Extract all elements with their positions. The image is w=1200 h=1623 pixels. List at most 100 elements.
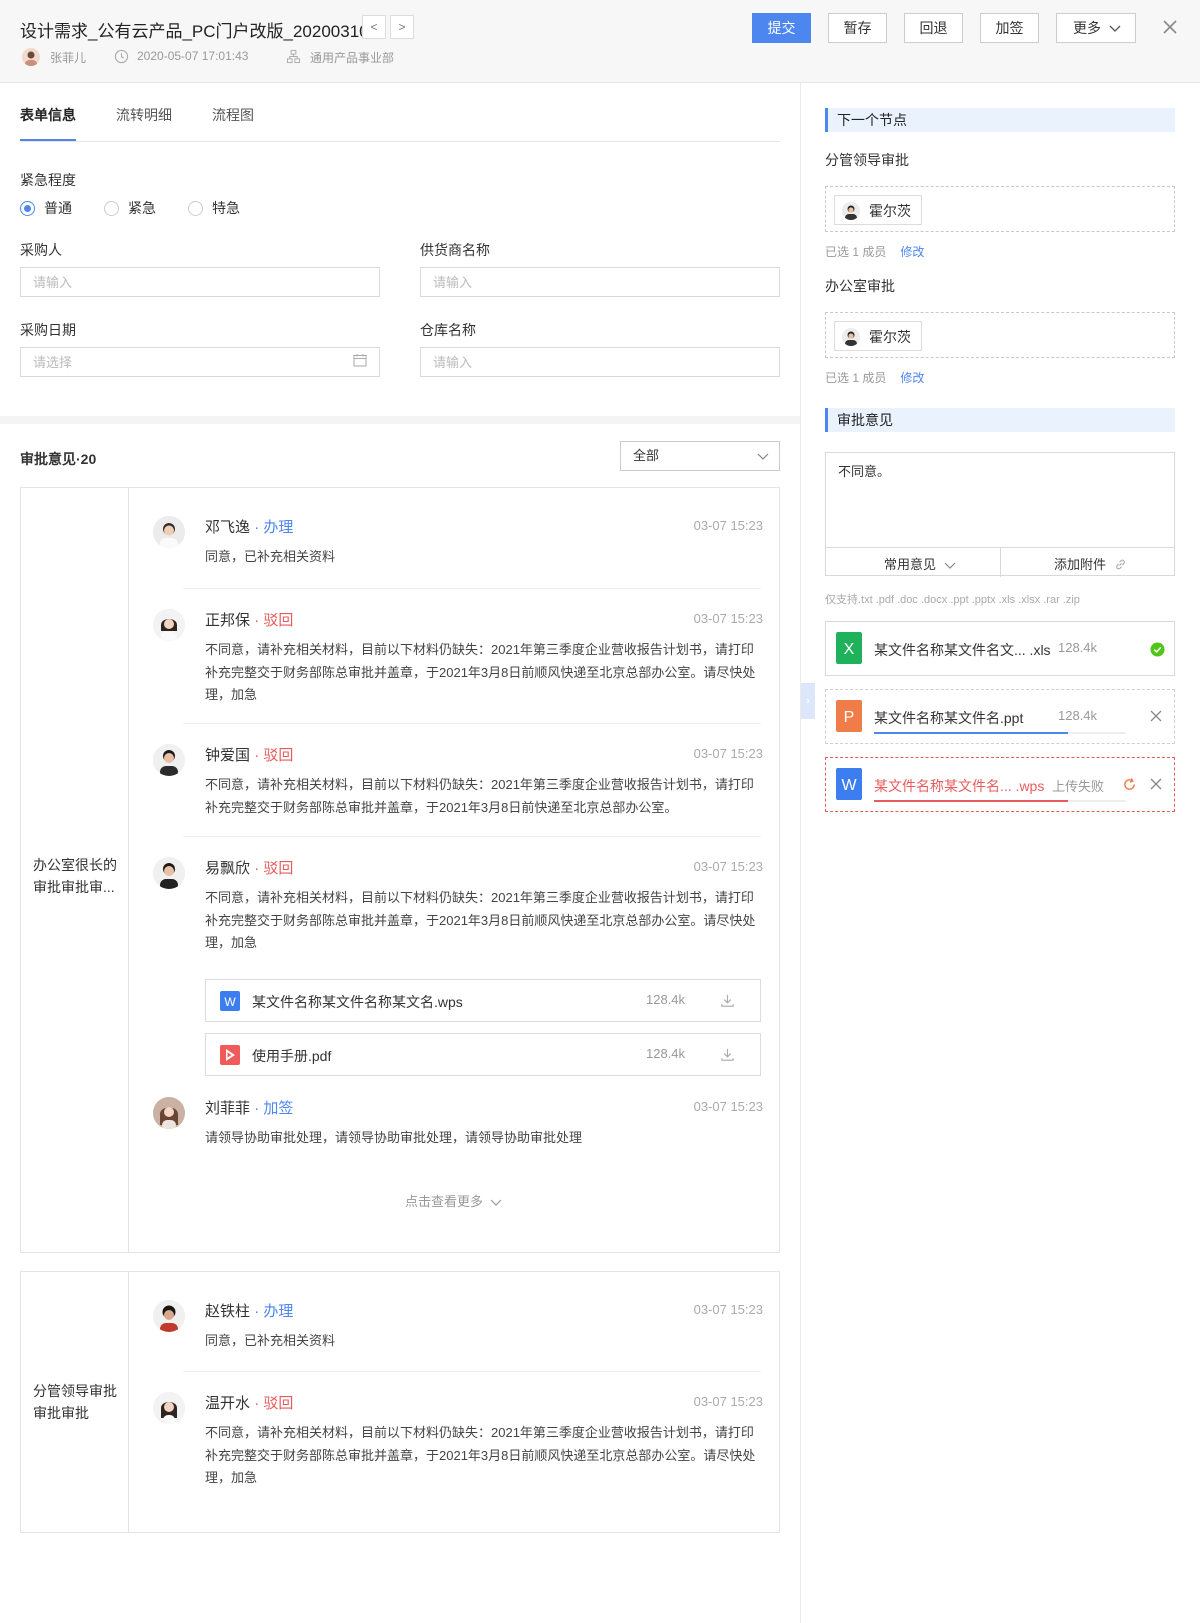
tab-divider	[20, 141, 780, 142]
attachment-item[interactable]: W 某文件名称某文件名称某文名.wps 128.4k	[205, 979, 761, 1022]
group-side: 分管领导审批审批审批	[21, 1272, 129, 1532]
tab-flowchart[interactable]: 流程图	[212, 105, 254, 125]
tab-flow-detail[interactable]: 流转明细	[116, 105, 172, 125]
urgency-option-normal[interactable]: 普通	[20, 198, 72, 218]
count-text: 已选 1 成员	[825, 371, 887, 385]
action-tag: · 驳回	[254, 1395, 294, 1412]
next-button[interactable]: >	[390, 15, 414, 39]
warehouse-label: 仓库名称	[420, 322, 476, 338]
commenter-name: 钟爱国 · 驳回	[205, 744, 293, 765]
file-type-hint: 仅支持.txt .pdf .doc .docx .ppt .pptx .xls …	[825, 594, 1080, 606]
group-label: 分管领导审批审批审批	[33, 1383, 117, 1421]
edit-link[interactable]: 修改	[900, 371, 924, 385]
entry-divider	[183, 588, 761, 589]
svg-text:W: W	[224, 995, 236, 1009]
purchase-date-picker[interactable]	[20, 347, 380, 377]
comment-time: 03-07 15:23	[693, 518, 763, 533]
upload-item: W 某文件名称某文件名... .wps 上传失败	[825, 757, 1175, 812]
attachment-item[interactable]: 使用手册.pdf 128.4k	[205, 1033, 761, 1076]
common-opinion-button[interactable]: 常用意见	[884, 554, 956, 573]
upload-progress-bar	[874, 800, 1068, 802]
comment-group: 分管领导审批审批审批 赵铁柱 · 办理 03-07 15:23 同意，已补充相关…	[20, 1271, 780, 1533]
calendar-icon	[353, 354, 367, 367]
edit-link[interactable]: 修改	[900, 245, 924, 259]
countersign-button[interactable]: 加签	[980, 13, 1039, 43]
chevron-down-icon	[944, 562, 956, 569]
download-icon[interactable]	[720, 993, 735, 1008]
count-text: 已选 1 成员	[825, 245, 887, 259]
action-tag: · 办理	[254, 1303, 294, 1320]
pdf-file-icon	[220, 1045, 240, 1065]
supplier-input[interactable]	[420, 267, 780, 297]
member-chip[interactable]: 霍尔茨	[834, 195, 922, 225]
remove-icon[interactable]	[1150, 778, 1162, 790]
download-icon[interactable]	[720, 1047, 735, 1062]
add-attachment-button[interactable]: 添加附件	[1054, 554, 1127, 573]
comment-time: 03-07 15:23	[693, 1394, 763, 1409]
commenter-name: 赵铁柱 · 办理	[205, 1300, 293, 1321]
urgency-option-urgent[interactable]: 紧急	[104, 198, 156, 218]
approver-selector[interactable]: 霍尔茨	[825, 186, 1175, 232]
success-check-icon	[1150, 642, 1165, 657]
comment-text: 同意，已补充相关资料	[205, 549, 336, 564]
collapse-panel-handle[interactable]: ›	[801, 683, 815, 719]
commenter-name: 易飘欣 · 驳回	[205, 857, 293, 878]
load-more-link[interactable]: 点击查看更多	[405, 1191, 502, 1210]
org-icon	[286, 49, 301, 64]
avatar	[153, 609, 185, 641]
urgency-option-critical[interactable]: 特急	[188, 198, 240, 218]
name-text: 刘菲菲	[205, 1100, 251, 1117]
action-tag: · 驳回	[254, 747, 294, 764]
save-draft-button[interactable]: 暂存	[828, 13, 887, 43]
prev-button[interactable]: <	[362, 15, 386, 39]
close-icon[interactable]	[1160, 17, 1180, 37]
tab-form-info[interactable]: 表单信息	[20, 105, 76, 125]
avatar	[153, 1392, 185, 1424]
remove-icon[interactable]	[1150, 710, 1162, 722]
node-label: 办公室审批	[825, 278, 895, 294]
member-chip[interactable]: 霍尔茨	[834, 321, 922, 351]
attachment-name: 使用手册.pdf	[252, 1048, 332, 1064]
action-tag: · 驳回	[254, 860, 294, 877]
word-file-icon: W	[836, 768, 862, 800]
svg-text:W: W	[841, 777, 857, 794]
word-file-icon: W	[220, 991, 240, 1011]
upload-file-size: 128.4k	[1058, 640, 1098, 655]
comment-time: 03-07 15:23	[693, 1302, 763, 1317]
avatar	[842, 328, 860, 346]
department: 通用产品事业部	[310, 51, 395, 65]
radio-icon	[188, 201, 203, 216]
radio-label: 普通	[44, 200, 72, 216]
chevron-down-icon	[490, 1199, 502, 1206]
entry-divider	[183, 836, 761, 837]
buyer-input[interactable]	[20, 267, 380, 297]
node-label: 分管领导审批	[825, 152, 909, 168]
chevron-down-icon	[757, 453, 769, 460]
avatar	[153, 857, 185, 889]
upload-file-name: 某文件名称某文件名... .wps	[874, 778, 1045, 794]
common-opinion-label: 常用意见	[884, 557, 937, 572]
next-node-header: 下一个节点	[825, 108, 1175, 132]
return-button[interactable]: 回退	[904, 13, 963, 43]
submit-button[interactable]: 提交	[752, 13, 811, 43]
approver-selector[interactable]: 霍尔茨	[825, 312, 1175, 358]
page-header: 设计需求_公有云产品_PC门户改版_20200310 < > 张菲儿 2020-…	[0, 0, 1200, 83]
comment-text: 不同意，请补充相关材料，目前以下材料仍缺失：2021年第三季度企业营收报告计划书…	[205, 777, 754, 815]
more-button[interactable]: 更多	[1056, 13, 1136, 43]
entry-divider	[183, 723, 761, 724]
commenter-name: 温开水 · 驳回	[205, 1392, 293, 1413]
created-datetime: 2020-05-07 17:01:43	[137, 49, 249, 63]
supplier-label: 供货商名称	[420, 242, 490, 258]
purchase-date-label: 采购日期	[20, 322, 76, 338]
warehouse-input[interactable]	[420, 347, 780, 377]
comments-filter-select[interactable]: 全部	[620, 441, 780, 471]
comment-text: 不同意，请补充相关材料，目前以下材料仍缺失：2021年第三季度企业营收报告计划书…	[205, 1425, 756, 1485]
commenter-name: 刘菲菲 · 加签	[205, 1097, 293, 1118]
avatar	[153, 1097, 185, 1129]
retry-icon[interactable]	[1122, 777, 1137, 792]
filter-value: 全部	[633, 448, 660, 463]
comment-time: 03-07 15:23	[693, 1099, 763, 1114]
upload-progress-bar	[874, 732, 1068, 734]
opinion-textarea[interactable]: 不同意。 常用意见 添加附件	[825, 452, 1175, 577]
link-icon	[1115, 559, 1125, 570]
